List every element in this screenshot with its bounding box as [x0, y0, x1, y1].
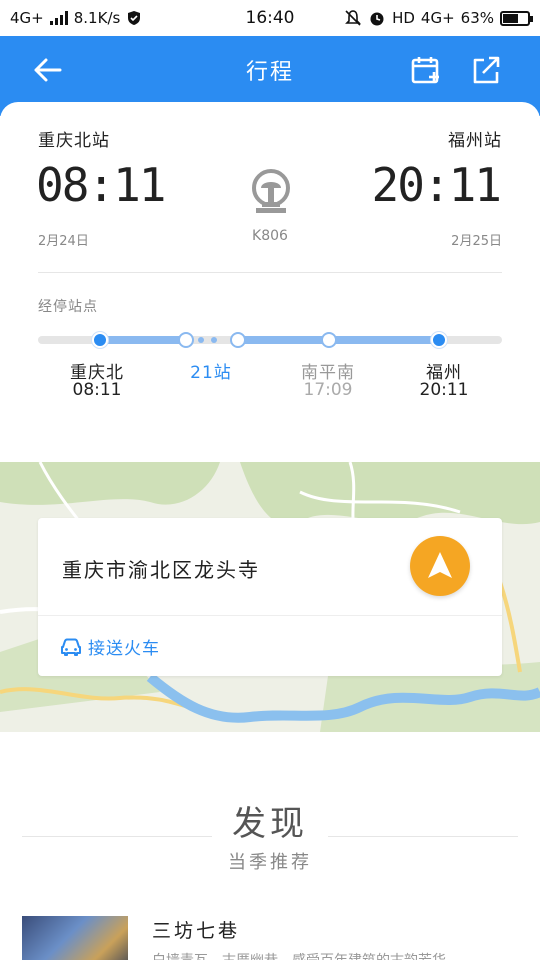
location-card[interactable]: 重庆市渝北区龙头寺 接送火车	[38, 518, 502, 676]
intermediate-stops-count[interactable]: 21站	[161, 358, 261, 383]
stop-time: 17:09	[303, 380, 353, 400]
car-icon	[61, 638, 81, 656]
depart-date: 2月24日	[38, 234, 89, 249]
discover-subtitle: 当季推荐	[228, 852, 312, 873]
trip-card	[0, 102, 540, 462]
navigation-arrow-icon	[428, 552, 452, 578]
divider	[38, 272, 502, 273]
route-segment	[100, 336, 190, 344]
stop-dot	[198, 337, 204, 343]
status-bar: 4G+ 8.1K/s 16:40 HD 4G+ 63%	[0, 0, 540, 36]
divider	[38, 615, 502, 616]
arrive-date: 2月25日	[451, 234, 502, 249]
stop-node	[321, 332, 337, 348]
battery-icon	[500, 10, 533, 26]
share-icon[interactable]	[470, 54, 502, 86]
recommendation-title[interactable]: 三坊七巷	[152, 916, 240, 943]
railway-logo-icon	[252, 169, 290, 213]
arrive-time: 20:11	[371, 158, 502, 212]
stop-dot	[211, 337, 217, 343]
stop-node	[178, 332, 194, 348]
stop-time: 08:11	[72, 380, 122, 400]
pickup-train-button[interactable]: 接送火车	[60, 634, 160, 659]
stop-node-end	[431, 332, 447, 348]
stop-node	[230, 332, 246, 348]
calendar-add-icon[interactable]	[410, 54, 442, 86]
from-station: 重庆北站	[38, 131, 110, 151]
location-name: 重庆市渝北区龙头寺	[62, 558, 260, 582]
status-time: 16:40	[245, 8, 295, 28]
route-segment	[238, 336, 438, 344]
train-number: K806	[252, 228, 288, 244]
page-title: 行程	[245, 60, 294, 85]
battery-level	[503, 13, 519, 23]
stop-time: 20:11	[419, 380, 469, 400]
navigate-button[interactable]	[410, 536, 470, 596]
depart-time: 08:11	[36, 158, 166, 212]
recommendation-desc: 白墙青瓦，古厝幽巷，感受百年建筑的古韵芳华	[152, 950, 532, 960]
recommendation-image[interactable]	[22, 916, 128, 960]
pickup-label: 接送火车	[88, 639, 160, 659]
stop-node-start	[92, 332, 108, 348]
stops-label: 经停站点	[38, 299, 98, 315]
to-station: 福州站	[448, 131, 502, 151]
discover-title: 发现	[232, 804, 308, 844]
